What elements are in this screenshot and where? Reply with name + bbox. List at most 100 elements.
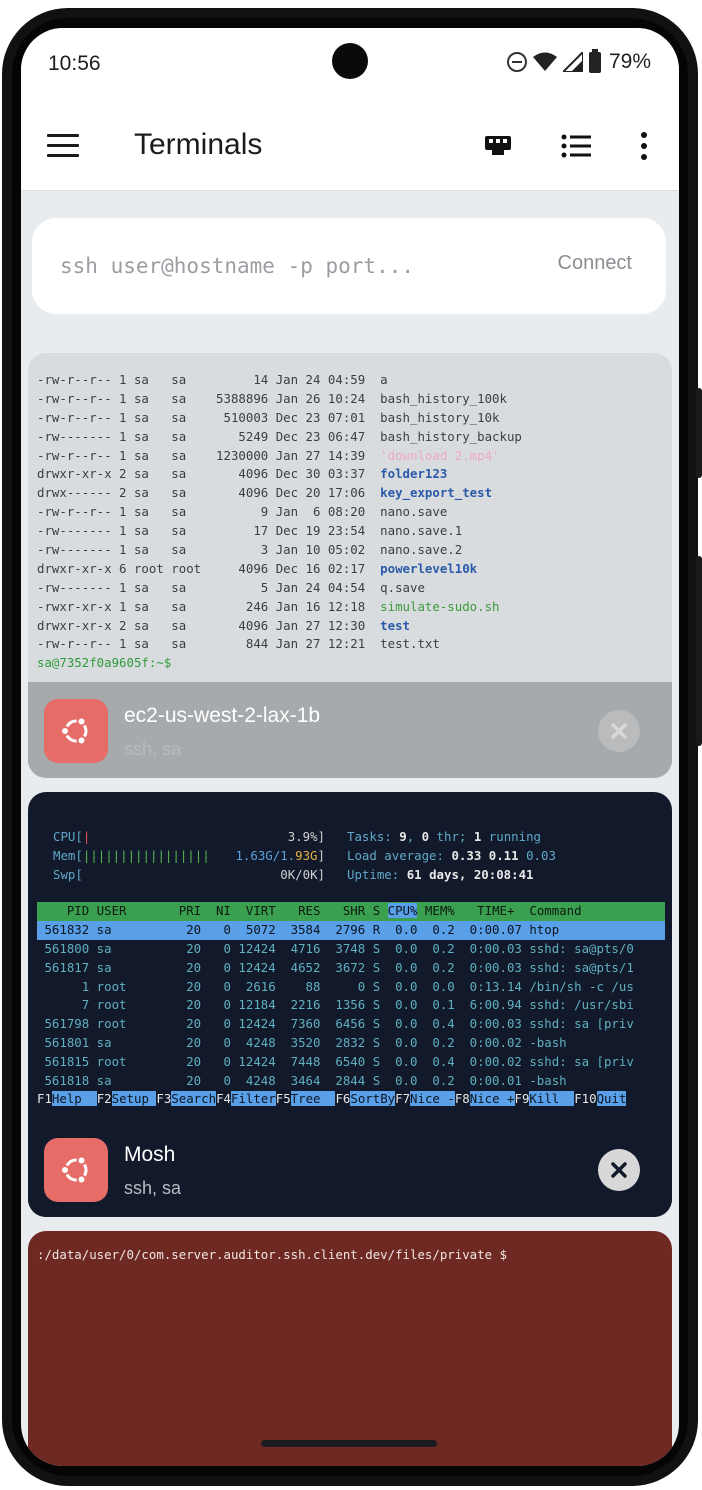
fkey-label: Setup [111, 1091, 157, 1106]
file-name: nano.save [380, 504, 448, 520]
fkey-label: SortBy [350, 1091, 396, 1106]
process-row: 561818 sa 20 0 4248 3464 2844 S 0.0 0.2 … [37, 1073, 567, 1089]
fkey-label: Tree [290, 1091, 336, 1106]
fkey-label: Search [171, 1091, 217, 1106]
terminal-output: :/data/user/0/com.server.auditor.ssh.cli… [37, 1247, 507, 1262]
power-button [696, 556, 702, 746]
process-row: 561817 sa 20 0 12424 4652 3672 S 0.0 0.2… [37, 959, 634, 975]
host-subtitle: ssh, sa [124, 1178, 182, 1198]
battery-percent: 79% [608, 50, 651, 73]
process-row: 561800 sa 20 0 12424 4716 3748 S 0.0 0.2… [37, 940, 634, 956]
ls-line: drwxr-xr-x 2 sa sa 4096 Jan 27 12:30 tes… [37, 617, 410, 633]
app-bar: Terminals [21, 104, 679, 191]
do-not-disturb-icon [506, 52, 527, 72]
ls-line: drwxr-xr-x 6 root root 4096 Dec 16 02:17… [37, 560, 478, 576]
htop-meters: CPU[| 3.9%] Mem[||||||||||||||||| 1.63G/1.… [53, 829, 325, 882]
fkey-number: F8 [454, 1091, 470, 1106]
fkey-label: Filter [230, 1091, 276, 1106]
file-name: test.txt [380, 636, 440, 652]
ls-line: -rwxr-xr-x 1 sa sa 246 Jan 16 12:18 simu… [37, 598, 500, 614]
file-name: test [380, 617, 410, 633]
process-table-header: PID USER PRI NI VIRT RES SHR S CPU% MEM%… [37, 902, 665, 921]
terminal-card-local[interactable]: :/data/user/0/com.server.auditor.ssh.cli… [28, 1231, 672, 1466]
fkey-label: Nice + [469, 1091, 515, 1106]
file-name: nano.save.2 [380, 542, 463, 558]
process-row: 561832 sa 20 0 5072 3584 2796 R 0.0 0.2 … [37, 920, 665, 940]
home-indicator[interactable] [261, 1440, 437, 1447]
screen: 10:56 79% Terminals Connect [21, 28, 679, 1466]
fkey-number: F5 [275, 1091, 291, 1106]
status-time: 10:56 [48, 52, 101, 75]
process-table: PID USER PRI NI VIRT RES SHR S CPU% MEM%… [37, 902, 665, 1091]
close-icon [611, 723, 627, 739]
fkey-number: F10 [574, 1091, 597, 1106]
ubuntu-badge [44, 1138, 108, 1202]
process-row: 1 root 20 0 2616 88 0 S 0.0 0.0 0:13.14 … [37, 978, 634, 994]
fkey-number: F9 [514, 1091, 530, 1106]
process-row: 561815 root 20 0 12424 7448 6540 S 0.0 0… [37, 1054, 634, 1070]
file-name: bash_history_backup [380, 428, 522, 444]
terminal-card-mosh[interactable]: CPU[| 3.9%] Mem[||||||||||||||||| 1.63G/1.… [28, 792, 672, 1217]
file-name: bash_history_10k [380, 409, 500, 425]
fkey-label: Nice - [410, 1091, 455, 1106]
ls-line: -rw------- 1 sa sa 5249 Dec 23 06:47 bas… [37, 428, 522, 444]
terminal-card-footer: ec2-us-west-2-lax-1b ssh, sa [28, 682, 672, 778]
host-subtitle: ssh, sa [124, 739, 182, 759]
fkey-number: F7 [395, 1091, 411, 1106]
fkey-number: F3 [156, 1091, 172, 1106]
fkey-label: Help [51, 1091, 97, 1106]
process-row: 561801 sa 20 0 4248 3520 2832 S 0.0 0.2 … [37, 1035, 567, 1051]
ssh-command-input[interactable] [60, 248, 500, 284]
ubuntu-icon [60, 1155, 88, 1185]
file-name: 'download 2.mp4' [380, 447, 500, 463]
close-session-button[interactable] [598, 710, 640, 752]
page-title: Terminals [134, 128, 263, 161]
ls-line: -rw-r--r-- 1 sa sa 844 Jan 27 12:21 test… [37, 636, 440, 652]
ls-line: -rw-r--r-- 1 sa sa 14 Jan 24 04:59 a [37, 372, 388, 387]
fkey-number: F1 [37, 1091, 52, 1106]
fkey-label: Quit [596, 1091, 627, 1106]
more-options-icon[interactable] [635, 131, 653, 161]
file-name: bash_history_100k [380, 390, 507, 406]
file-name: q.save [380, 579, 425, 595]
shell-prompt: sa@7352f0a9605f:~$ [37, 655, 172, 671]
process-row: 7 root 20 0 12184 2216 1356 S 0.0 0.1 6:… [37, 997, 634, 1013]
terminal-card-footer: Mosh ssh, sa [28, 1121, 672, 1217]
fkey-label: Kill [529, 1091, 575, 1106]
ls-line: -rw-r--r-- 1 sa sa 5388896 Jan 26 10:24 … [37, 390, 507, 406]
ls-line: drwxr-xr-x 2 sa sa 4096 Dec 30 03:37 fol… [37, 466, 448, 482]
quick-connect-bar: Connect [32, 218, 666, 314]
battery-icon [588, 48, 601, 73]
status-bar: 10:56 79% [21, 28, 679, 104]
ls-line: -rw-r--r-- 1 sa sa 9 Jan 6 08:20 nano.sa… [37, 504, 448, 520]
host-name: ec2-us-west-2-lax-1b [124, 704, 321, 727]
close-icon [611, 1162, 627, 1178]
status-icons: 79% [506, 48, 651, 74]
hamburger-menu-icon[interactable] [47, 134, 79, 158]
terminal-card-ec2[interactable]: -rw-r--r-- 1 sa sa 14 Jan 24 04:59 a -rw-… [28, 353, 672, 778]
file-name: folder123 [380, 466, 448, 482]
ls-line: -rw------- 1 sa sa 17 Dec 19 23:54 nano.… [37, 523, 463, 539]
ls-line: drwx------ 2 sa sa 4096 Dec 20 17:06 key… [37, 485, 493, 501]
function-key-bar: F1Help F2Setup F3SearchF4FilterF5Tree F6… [37, 1090, 665, 1109]
wifi-icon [532, 52, 557, 71]
ubuntu-icon [60, 716, 88, 746]
ls-line: -rw-r--r-- 1 sa sa 510003 Dec 23 07:01 b… [37, 409, 500, 425]
close-session-button[interactable] [598, 1149, 640, 1191]
fkey-number: F2 [96, 1091, 112, 1106]
ls-line: -rw-r--r-- 1 sa sa 1230000 Jan 27 14:39 … [37, 447, 500, 463]
ls-line: -rw------- 1 sa sa 5 Jan 24 04:54 q.save [37, 579, 425, 595]
host-name: Mosh [124, 1143, 176, 1166]
list-view-icon[interactable] [561, 134, 591, 158]
connect-button[interactable]: Connect [558, 252, 633, 275]
process-row: 561798 root 20 0 12424 7360 6456 S 0.0 0… [37, 1016, 634, 1032]
ubuntu-badge [44, 699, 108, 763]
file-name: key_export_test [380, 485, 493, 501]
file-name: simulate-sudo.sh [380, 598, 500, 614]
port-forwarding-icon[interactable] [483, 133, 513, 159]
volume-button [696, 388, 702, 478]
htop-info: Tasks: 9, 0 thr; 1 running Load average:… [347, 829, 556, 882]
file-name: a [380, 372, 388, 387]
signal-icon [562, 52, 583, 72]
fkey-number: F6 [335, 1091, 351, 1106]
